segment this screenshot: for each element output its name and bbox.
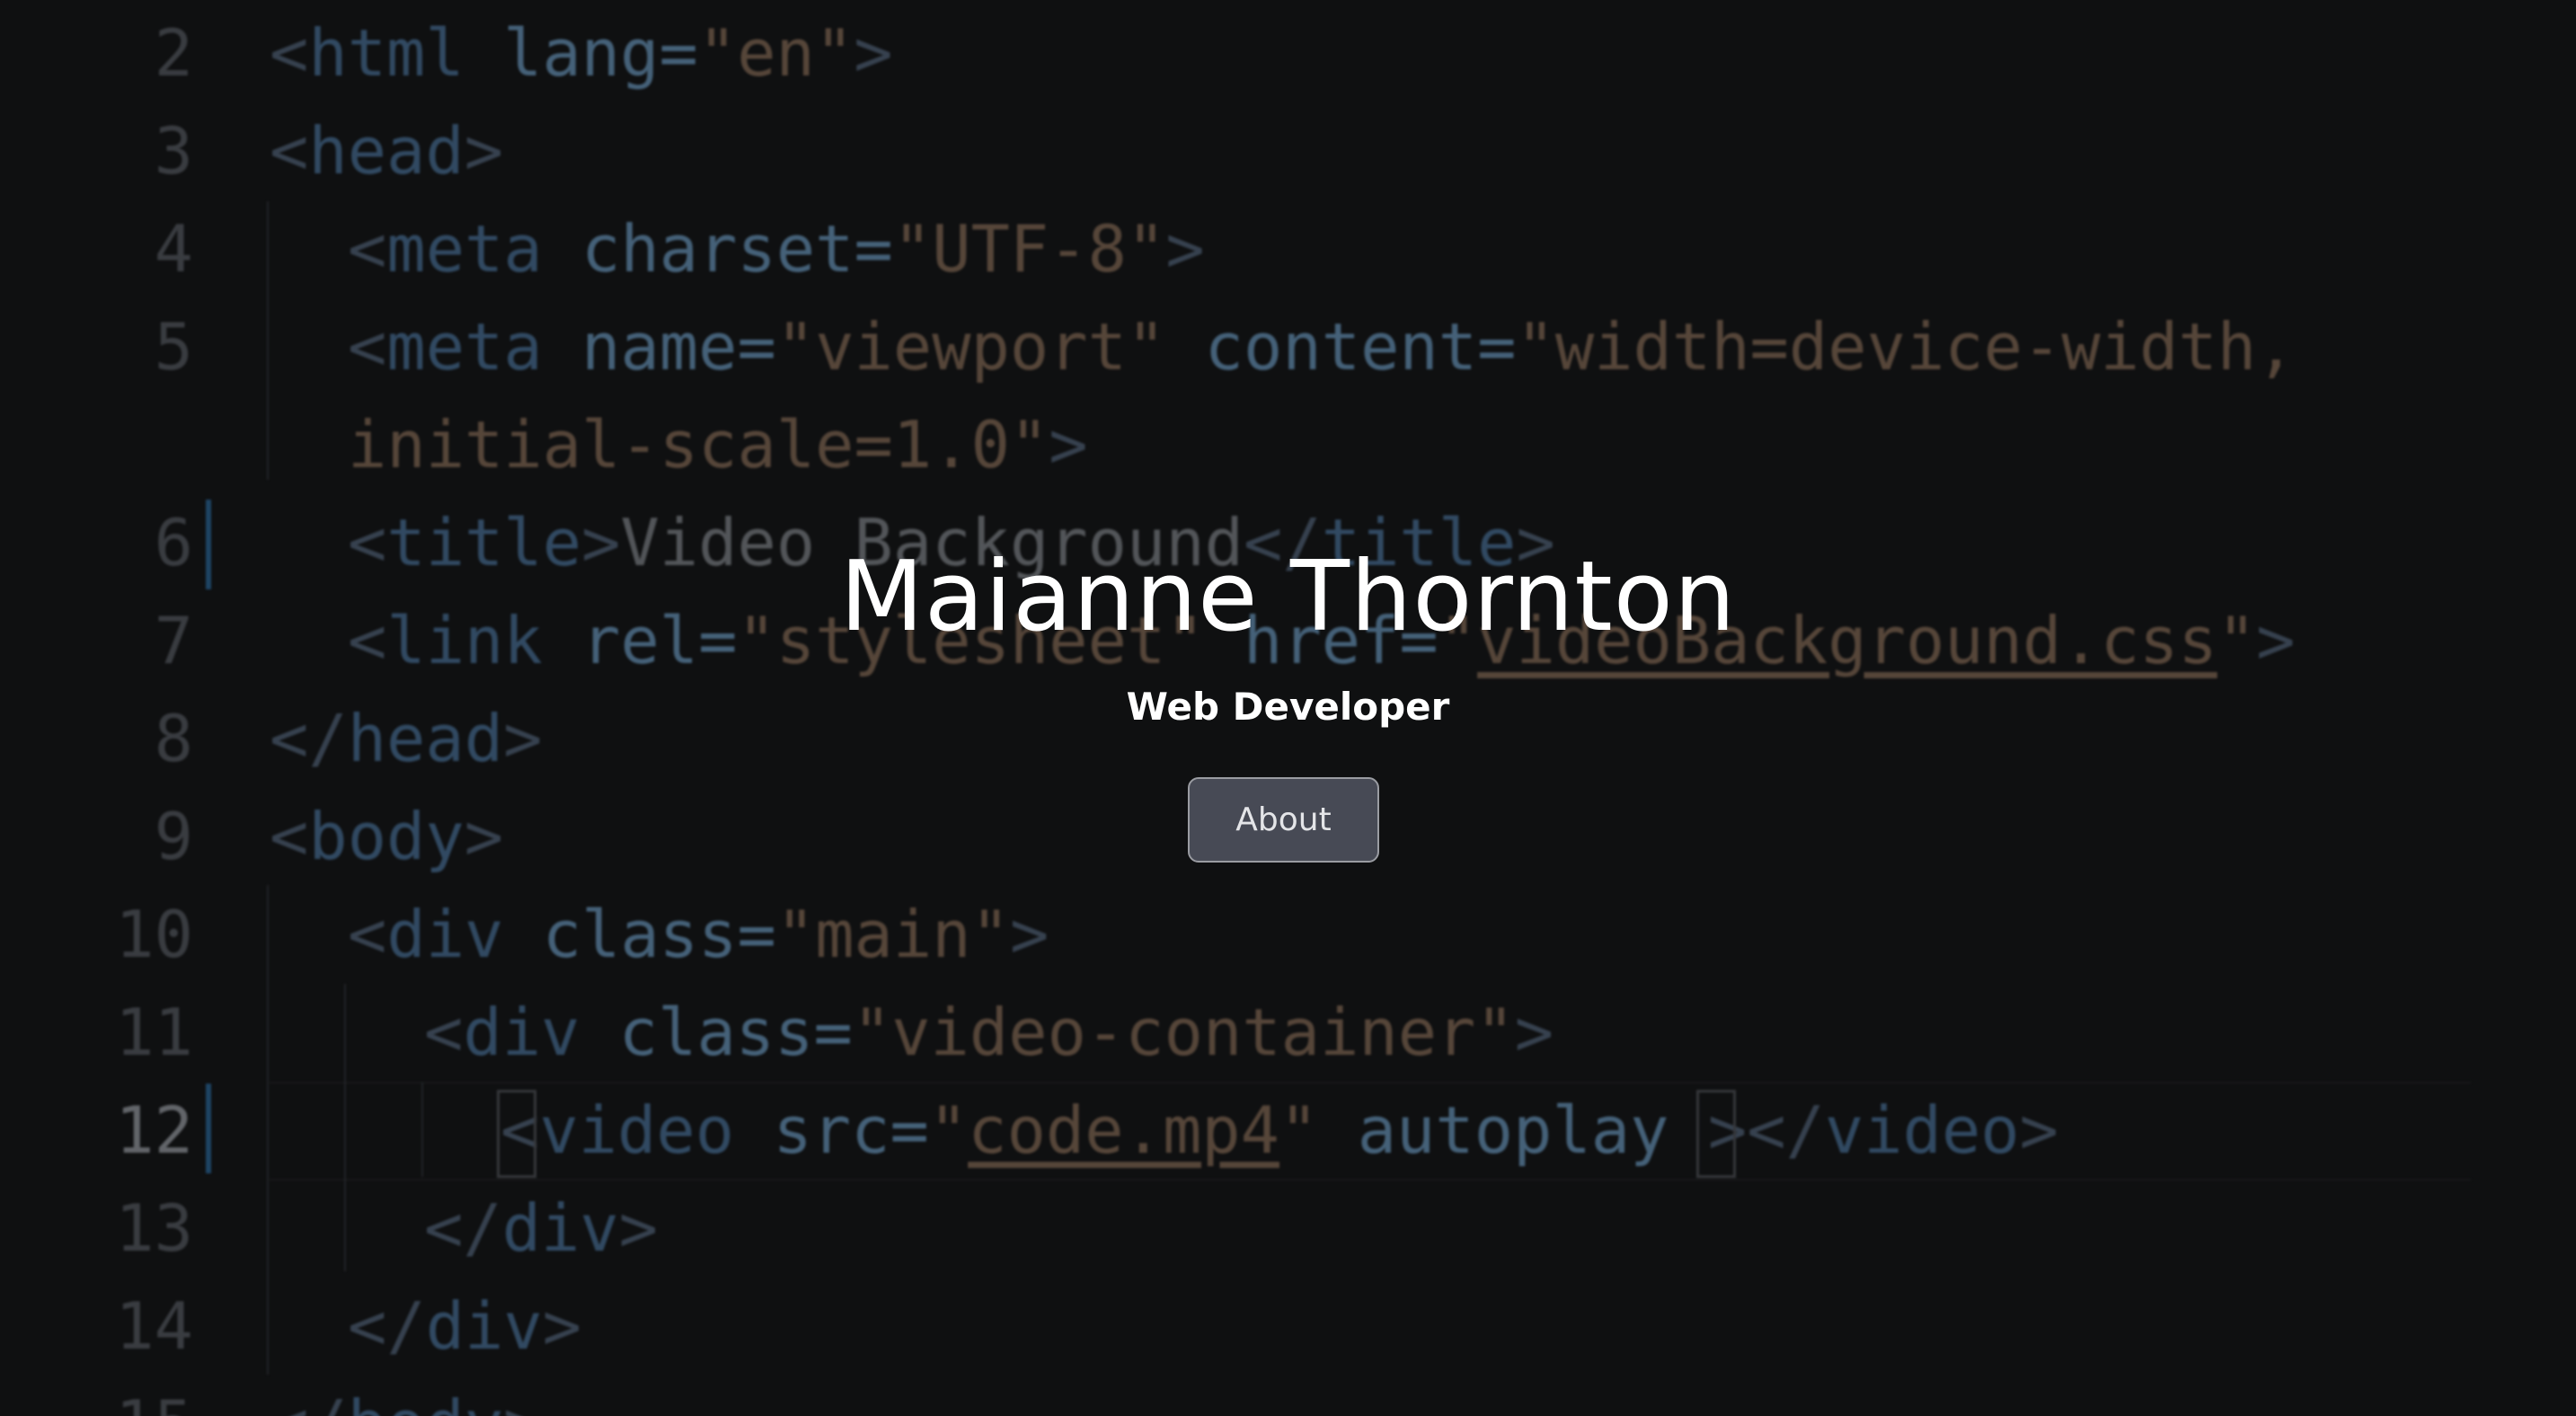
hero-section: Maianne Thornton Web Developer About — [0, 0, 2576, 1416]
about-button[interactable]: About — [1188, 777, 1379, 863]
page: 2 <html lang="en"> 3 <head> 4 <meta charset="… — [0, 0, 2576, 1416]
hero-name: Maianne Thornton — [839, 541, 1737, 653]
hero-role: Web Developer — [1126, 685, 1450, 729]
